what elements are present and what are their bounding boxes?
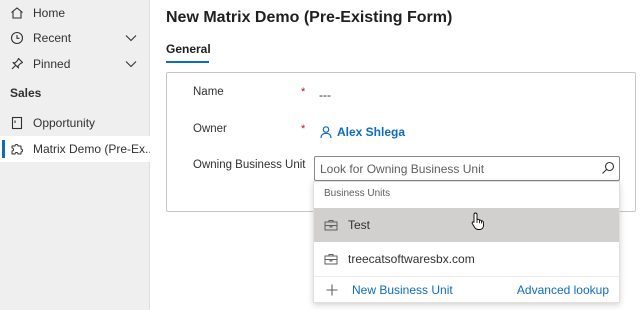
dropdown-header: Business Units (324, 188, 391, 199)
pin-icon (11, 57, 24, 70)
lookup-result-item[interactable]: treecatsoftwaresbx.com (314, 242, 619, 276)
puzzle-icon (11, 144, 23, 155)
clock-icon (10, 31, 24, 45)
business-unit-icon (324, 254, 338, 265)
business-unit-icon (324, 220, 338, 231)
sidebar-item-home[interactable]: Home (0, 0, 150, 26)
name-field-label: Name (193, 86, 224, 98)
sidebar-item-matrix-demo[interactable]: Matrix Demo (Pre-Ex... (0, 136, 155, 162)
sidebar-item-pinned[interactable]: Pinned (0, 51, 150, 77)
sidebar-item-label: Matrix Demo (Pre-Ex... (33, 142, 156, 156)
person-icon (320, 126, 332, 139)
owner-field-label: Owner (193, 123, 227, 135)
tab-selected-indicator (166, 61, 209, 63)
chevron-down-icon[interactable] (124, 58, 138, 70)
owner-name: Alex Shlega (337, 125, 406, 139)
sidebar-item-label: Pinned (33, 57, 71, 71)
sidebar-item-recent[interactable]: Recent (0, 25, 150, 51)
sidebar: Home Recent Pinned Sales Opportunity Mat… (0, 0, 155, 310)
sidebar-item-label: Home (33, 6, 66, 20)
required-indicator: * (301, 86, 306, 98)
owning-business-unit-input[interactable] (314, 156, 620, 181)
sidebar-item-opportunity[interactable]: Opportunity (0, 110, 150, 136)
required-indicator: * (301, 123, 306, 135)
owning-business-unit-label: Owning Business Unit (193, 159, 306, 171)
sidebar-section-label: Sales (10, 86, 42, 100)
lookup-dropdown: Business Units Test treecatsoftwaresbx.c… (313, 181, 620, 303)
owner-link[interactable]: Alex Shlega (319, 125, 405, 139)
lookup-result-item[interactable]: Test (314, 208, 619, 242)
sidebar-item-label: Opportunity (33, 116, 96, 130)
new-business-unit-button[interactable]: New Business Unit (326, 283, 453, 297)
page-title: New Matrix Demo (Pre-Existing Form) (166, 9, 453, 26)
plus-icon (326, 284, 338, 296)
search-icon[interactable] (600, 160, 616, 176)
active-indicator (2, 140, 5, 158)
app-window: Home Recent Pinned Sales Opportunity Mat… (0, 0, 644, 310)
document-icon (11, 116, 23, 130)
dropdown-footer: New Business Unit Advanced lookup (314, 276, 619, 302)
chevron-down-icon[interactable] (124, 32, 138, 44)
new-business-unit-label: New Business Unit (352, 283, 453, 297)
sidebar-item-label: Recent (33, 31, 72, 45)
advanced-lookup-link[interactable]: Advanced lookup (517, 283, 609, 297)
tab-general[interactable]: General (166, 42, 211, 56)
name-field-value[interactable]: --- (319, 88, 331, 102)
lookup-result-label: treecatsoftwaresbx.com (348, 252, 475, 266)
home-icon (11, 7, 23, 19)
lookup-result-label: Test (348, 218, 371, 232)
